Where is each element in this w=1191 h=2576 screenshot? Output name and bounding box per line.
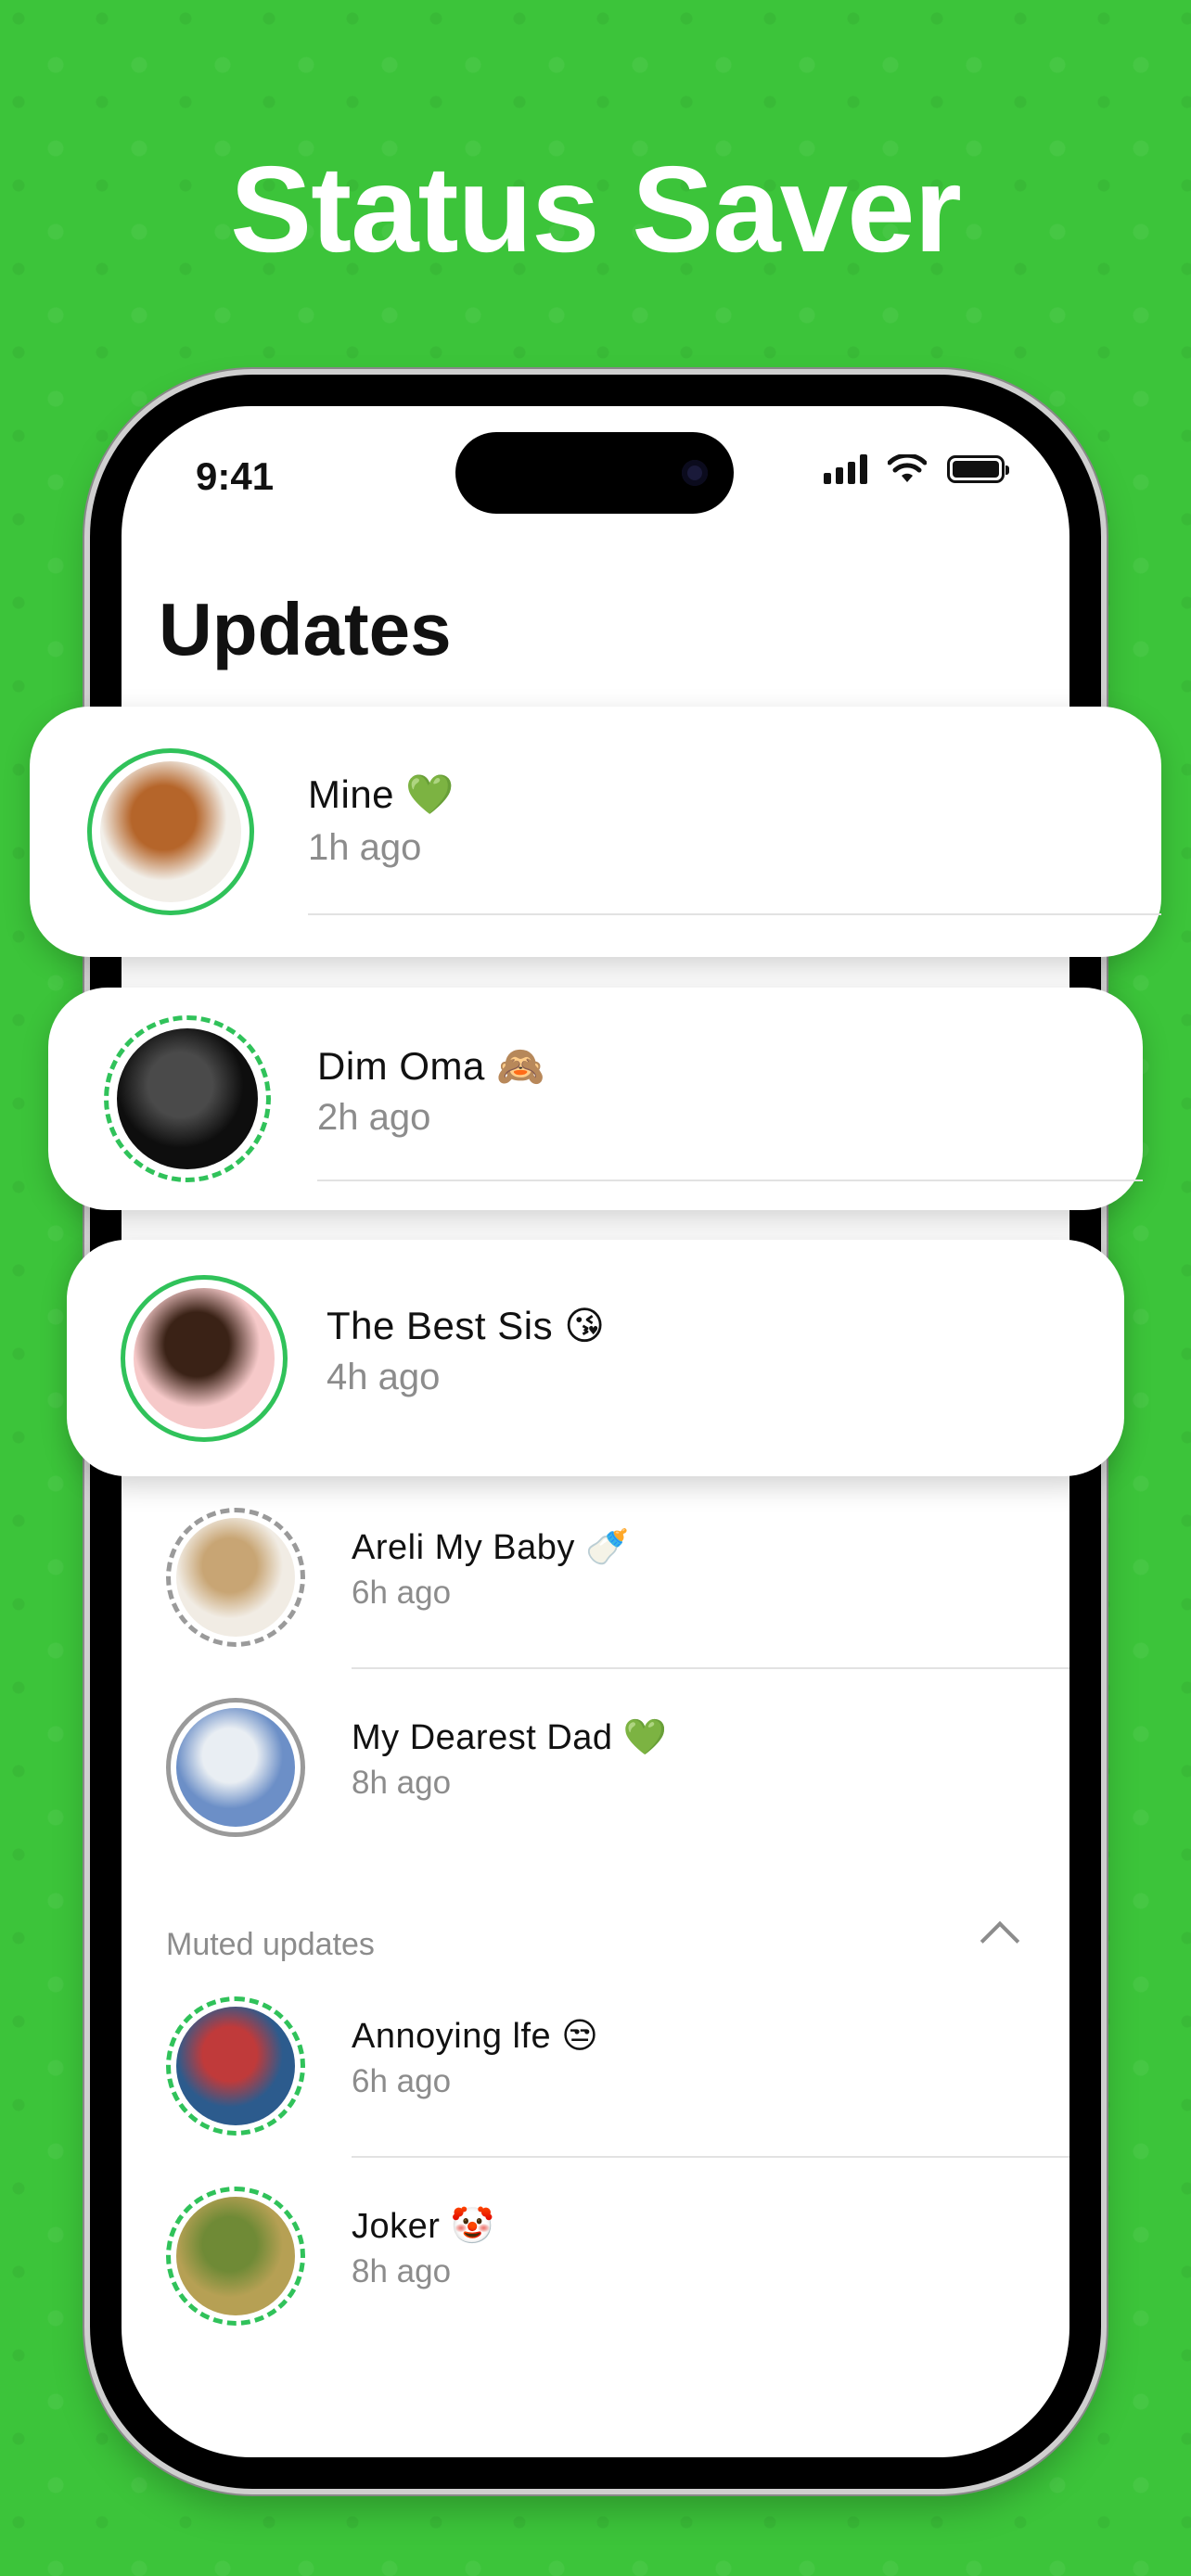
- status-icons: [824, 454, 1009, 484]
- separator: [352, 1667, 1069, 1669]
- status-emoji: 🤡: [450, 2205, 495, 2246]
- status-time-ago: 4h ago: [327, 1357, 441, 1397]
- contact-name: Annoying lfe 😒: [352, 2015, 599, 2056]
- avatar: [134, 1288, 275, 1429]
- avatar: [100, 761, 241, 902]
- avatar-ring[interactable]: [87, 748, 254, 915]
- contact-name: Mine 💚: [308, 772, 455, 817]
- wifi-icon: [888, 454, 927, 482]
- separator: [317, 1180, 1143, 1181]
- avatar: [176, 1708, 295, 1827]
- avatar-ring[interactable]: [166, 1996, 305, 2136]
- status-time-ago: 6h ago: [352, 2063, 452, 2099]
- status-time-ago: 2h ago: [317, 1097, 431, 1138]
- status-time-ago: 8h ago: [352, 1765, 452, 1801]
- avatar: [117, 1028, 258, 1169]
- contact-name: Areli My Baby 🍼: [352, 1526, 630, 1567]
- battery-icon: [947, 455, 1009, 483]
- separator: [352, 2156, 1069, 2158]
- chevron-up-icon[interactable]: [980, 1920, 1020, 1961]
- status-time-ago: 1h ago: [308, 827, 422, 868]
- status-emoji: 🙈: [496, 1043, 545, 1089]
- avatar-ring[interactable]: [166, 1508, 305, 1647]
- avatar-ring[interactable]: [166, 1698, 305, 1837]
- status-time: 9:41: [196, 454, 275, 498]
- status-card[interactable]: Dim Oma 🙈 2h ago: [48, 988, 1143, 1210]
- contact-name: The Best Sis 😘: [327, 1303, 606, 1348]
- avatar: [176, 2197, 295, 2315]
- avatar-ring[interactable]: [166, 2187, 305, 2326]
- dynamic-island: [455, 432, 734, 514]
- status-card[interactable]: Mine 💚 1h ago: [30, 707, 1161, 957]
- list-item[interactable]: Annoying lfe 😒 6h ago: [122, 1996, 1069, 2187]
- list-item[interactable]: Areli My Baby 🍼 6h ago: [122, 1508, 1069, 1698]
- avatar-ring[interactable]: [121, 1275, 288, 1442]
- status-emoji: 😒: [561, 2015, 599, 2056]
- avatar-ring[interactable]: [104, 1015, 271, 1182]
- status-emoji: 😘: [564, 1303, 606, 1348]
- cellular-signal-icon: [824, 454, 867, 484]
- avatar: [176, 2007, 295, 2125]
- contact-name: Dim Oma 🙈: [317, 1043, 545, 1089]
- contact-name: My Dearest Dad 💚: [352, 1716, 668, 1757]
- headline: Status Saver: [230, 141, 962, 277]
- contact-name: Joker 🤡: [352, 2205, 495, 2246]
- list-item[interactable]: Joker 🤡 8h ago: [122, 2187, 1069, 2377]
- avatar: [176, 1518, 295, 1637]
- page-title: Updates: [159, 588, 452, 670]
- status-emoji: 💚: [405, 772, 455, 817]
- separator: [308, 913, 1161, 915]
- status-emoji: 💚: [622, 1716, 668, 1757]
- list-item[interactable]: My Dearest Dad 💚 8h ago: [122, 1698, 1069, 1888]
- status-time-ago: 8h ago: [352, 2253, 452, 2289]
- status-emoji: 🍼: [584, 1526, 630, 1567]
- status-card[interactable]: The Best Sis 😘 4h ago: [67, 1240, 1124, 1476]
- muted-updates-label: Muted updates: [166, 1927, 375, 1962]
- camera-icon: [682, 460, 708, 486]
- status-time-ago: 6h ago: [352, 1575, 452, 1611]
